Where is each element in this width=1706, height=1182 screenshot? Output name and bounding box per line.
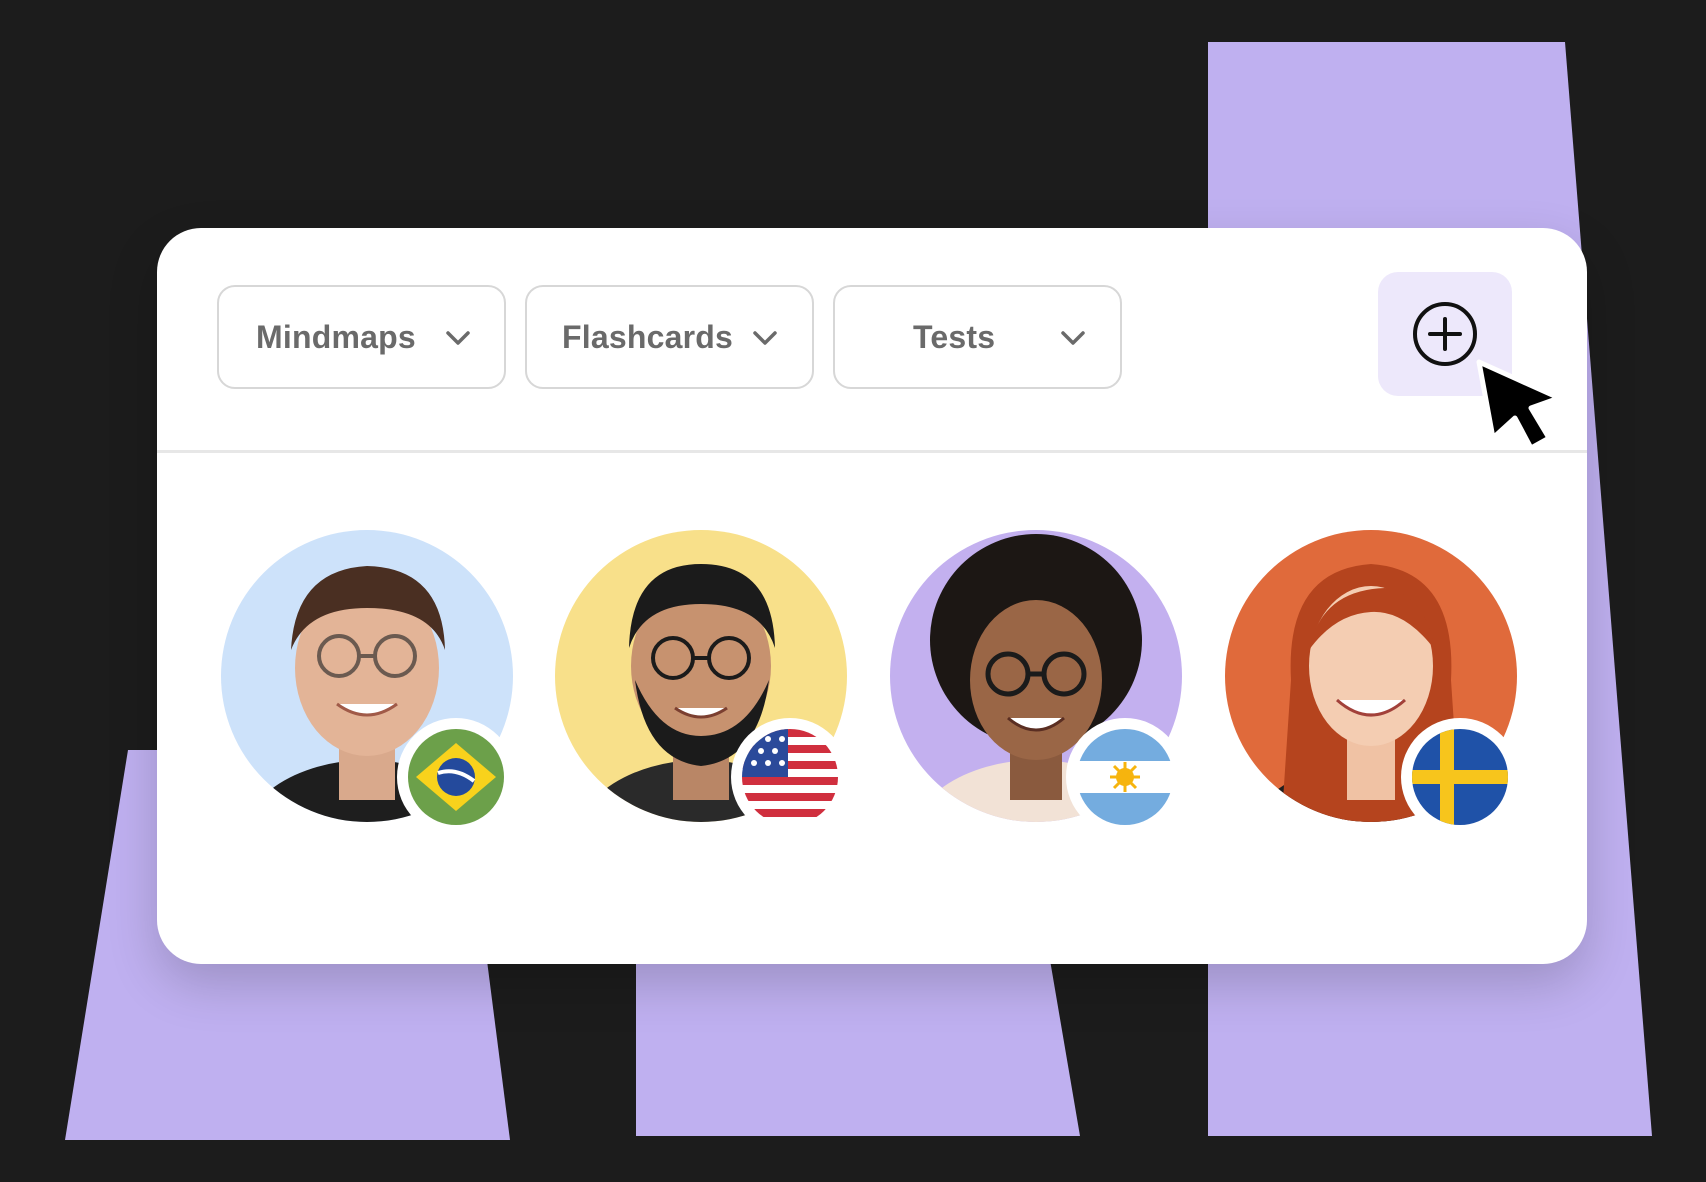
usa-flag-icon: [742, 729, 838, 825]
mindmaps-dropdown-label: Mindmaps: [256, 318, 416, 355]
person-card[interactable]: [890, 530, 1192, 856]
brazil-flag-icon: [408, 729, 504, 825]
main-card: Mindmaps Flashcards Tests: [157, 228, 1587, 964]
background-shape-middle: [636, 960, 1080, 1136]
person-card[interactable]: [1225, 530, 1527, 856]
chevron-down-icon: [446, 331, 470, 345]
divider: [157, 450, 1587, 453]
chevron-down-icon: [753, 331, 777, 345]
sweden-flag-icon: [1412, 729, 1508, 825]
toolbar: Mindmaps Flashcards Tests: [157, 228, 1587, 451]
mindmaps-dropdown[interactable]: Mindmaps: [217, 285, 506, 389]
flashcards-dropdown[interactable]: Flashcards: [525, 285, 814, 389]
flag-badge: [1066, 718, 1184, 836]
tests-dropdown[interactable]: Tests: [833, 285, 1122, 389]
flag-badge: [731, 718, 849, 836]
person-card[interactable]: [221, 530, 523, 856]
person-card[interactable]: [555, 530, 857, 856]
flag-badge: [1401, 718, 1519, 836]
mouse-pointer-icon: [1476, 359, 1562, 451]
chevron-down-icon: [1061, 331, 1085, 345]
argentina-flag-icon: [1077, 729, 1173, 825]
tests-dropdown-label: Tests: [913, 318, 996, 355]
plus-circle-icon: [1413, 302, 1477, 366]
flag-badge: [397, 718, 515, 836]
flashcards-dropdown-label: Flashcards: [562, 318, 733, 355]
